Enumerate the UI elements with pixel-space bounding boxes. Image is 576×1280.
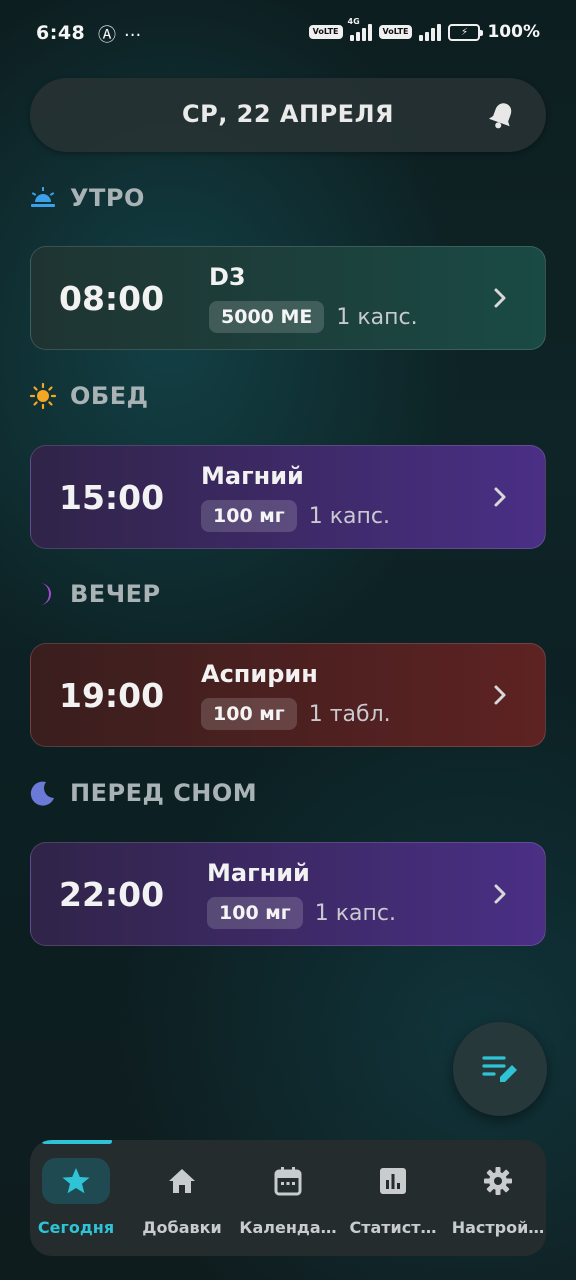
- dose-name: D3: [209, 263, 246, 291]
- section-evening-header: ВЕЧЕР: [30, 580, 161, 608]
- dose-quantity: 1 табл.: [308, 701, 391, 727]
- dose-card-lunch[interactable]: 15:00 Магний 100 мг 1 капс.: [30, 445, 546, 549]
- chevron-right-icon: [494, 685, 506, 705]
- dose-time: 08:00: [59, 279, 165, 318]
- dose-quantity: 1 капс.: [336, 304, 418, 330]
- nav-item-settings[interactable]: Настрой…: [446, 1140, 546, 1256]
- status-bar: 6:48 Ⓐ ··· VoLTE 4G VoLTE ⚡ 100%: [0, 0, 576, 68]
- battery-icon: ⚡: [448, 23, 484, 41]
- nav-label: Календа…: [239, 1218, 337, 1237]
- dose-quantity: 1 капс.: [314, 900, 396, 926]
- calendar-icon: [274, 1167, 302, 1196]
- signal-icon-2: [419, 23, 442, 41]
- volte-icon: VoLTE: [308, 25, 343, 39]
- nav-item-calendar[interactable]: Календа…: [236, 1140, 340, 1256]
- battery-percent: 100%: [487, 22, 540, 42]
- chevron-right-icon: [494, 487, 506, 507]
- nav-icon-container: [464, 1158, 532, 1204]
- dose-card-evening[interactable]: 19:00 Аспирин 100 мг 1 табл.: [30, 643, 546, 747]
- section-title: ОБЕД: [70, 382, 149, 410]
- edit-schedule-fab[interactable]: [453, 1022, 547, 1116]
- gear-icon: [484, 1167, 512, 1195]
- dose-quantity: 1 капс.: [308, 503, 390, 529]
- dose-name: Аспирин: [201, 660, 318, 688]
- nav-label: Сегодня: [37, 1218, 115, 1237]
- section-morning-header: УТРО: [30, 184, 145, 212]
- dose-amount-badge: 100 мг: [201, 698, 297, 730]
- crescent-icon: [30, 581, 56, 607]
- dose-details: 100 мг 1 капс.: [207, 897, 396, 929]
- date-header[interactable]: СР, 22 АПРЕЛЯ: [30, 78, 546, 152]
- dose-time: 19:00: [59, 676, 165, 715]
- section-bedtime-header: ПЕРЕД СНОМ: [30, 779, 257, 807]
- sun-icon: [30, 383, 56, 409]
- current-date: СР, 22 АПРЕЛЯ: [182, 100, 394, 128]
- dose-amount-badge: 5000 МЕ: [209, 301, 325, 333]
- section-lunch-header: ОБЕД: [30, 382, 148, 410]
- signal-icon: 4G: [348, 17, 372, 41]
- dose-amount-badge: 100 мг: [207, 897, 303, 929]
- dose-name: Магний: [207, 859, 310, 887]
- chevron-right-icon: [494, 288, 506, 308]
- sunrise-icon: [30, 185, 56, 211]
- nav-item-today[interactable]: Сегодня: [30, 1140, 128, 1256]
- nav-item-statistics[interactable]: Статист…: [341, 1140, 445, 1256]
- chart-icon: [380, 1168, 406, 1194]
- nav-label: Добавки: [142, 1218, 222, 1237]
- bottom-navigation: Сегодня Добавки Календа… Статист… Настро…: [30, 1140, 546, 1256]
- dose-details: 5000 МЕ 1 капс.: [209, 301, 418, 333]
- nav-icon-container: [148, 1158, 216, 1204]
- section-title: УТРО: [70, 184, 145, 212]
- moon-icon: [30, 780, 56, 806]
- dose-details: 100 мг 1 капс.: [201, 500, 390, 532]
- status-right: VoLTE 4G VoLTE ⚡ 100%: [308, 17, 540, 42]
- volte-icon-2: VoLTE: [378, 25, 413, 39]
- home-icon: [169, 1169, 195, 1193]
- dose-time: 22:00: [59, 875, 165, 914]
- nav-label: Статист…: [349, 1218, 437, 1237]
- dose-time: 15:00: [59, 478, 165, 517]
- dose-name: Магний: [201, 462, 304, 490]
- network-type: 4G: [347, 17, 360, 26]
- app-notification-icon: Ⓐ: [98, 25, 116, 46]
- dose-card-morning[interactable]: 08:00 D3 5000 МЕ 1 капс.: [30, 246, 546, 350]
- dose-amount-badge: 100 мг: [201, 500, 297, 532]
- nav-icon-container: [254, 1158, 322, 1204]
- more-icon: ···: [124, 25, 142, 46]
- status-left-icons: Ⓐ ···: [90, 21, 141, 47]
- nav-icon-container: [42, 1158, 110, 1204]
- nav-icon-container: [359, 1158, 427, 1204]
- chevron-right-icon: [494, 884, 506, 904]
- nav-label: Настрой…: [451, 1218, 545, 1237]
- edit-list-icon: [482, 1056, 517, 1082]
- section-title: ВЕЧЕР: [70, 580, 161, 608]
- star-icon: [62, 1168, 90, 1194]
- status-time: 6:48: [36, 22, 86, 44]
- nav-item-supplements[interactable]: Добавки: [130, 1140, 234, 1256]
- bell-icon[interactable]: [488, 100, 516, 130]
- dose-card-bedtime[interactable]: 22:00 Магний 100 мг 1 капс.: [30, 842, 546, 946]
- dose-details: 100 мг 1 табл.: [201, 698, 391, 730]
- section-title: ПЕРЕД СНОМ: [70, 779, 258, 807]
